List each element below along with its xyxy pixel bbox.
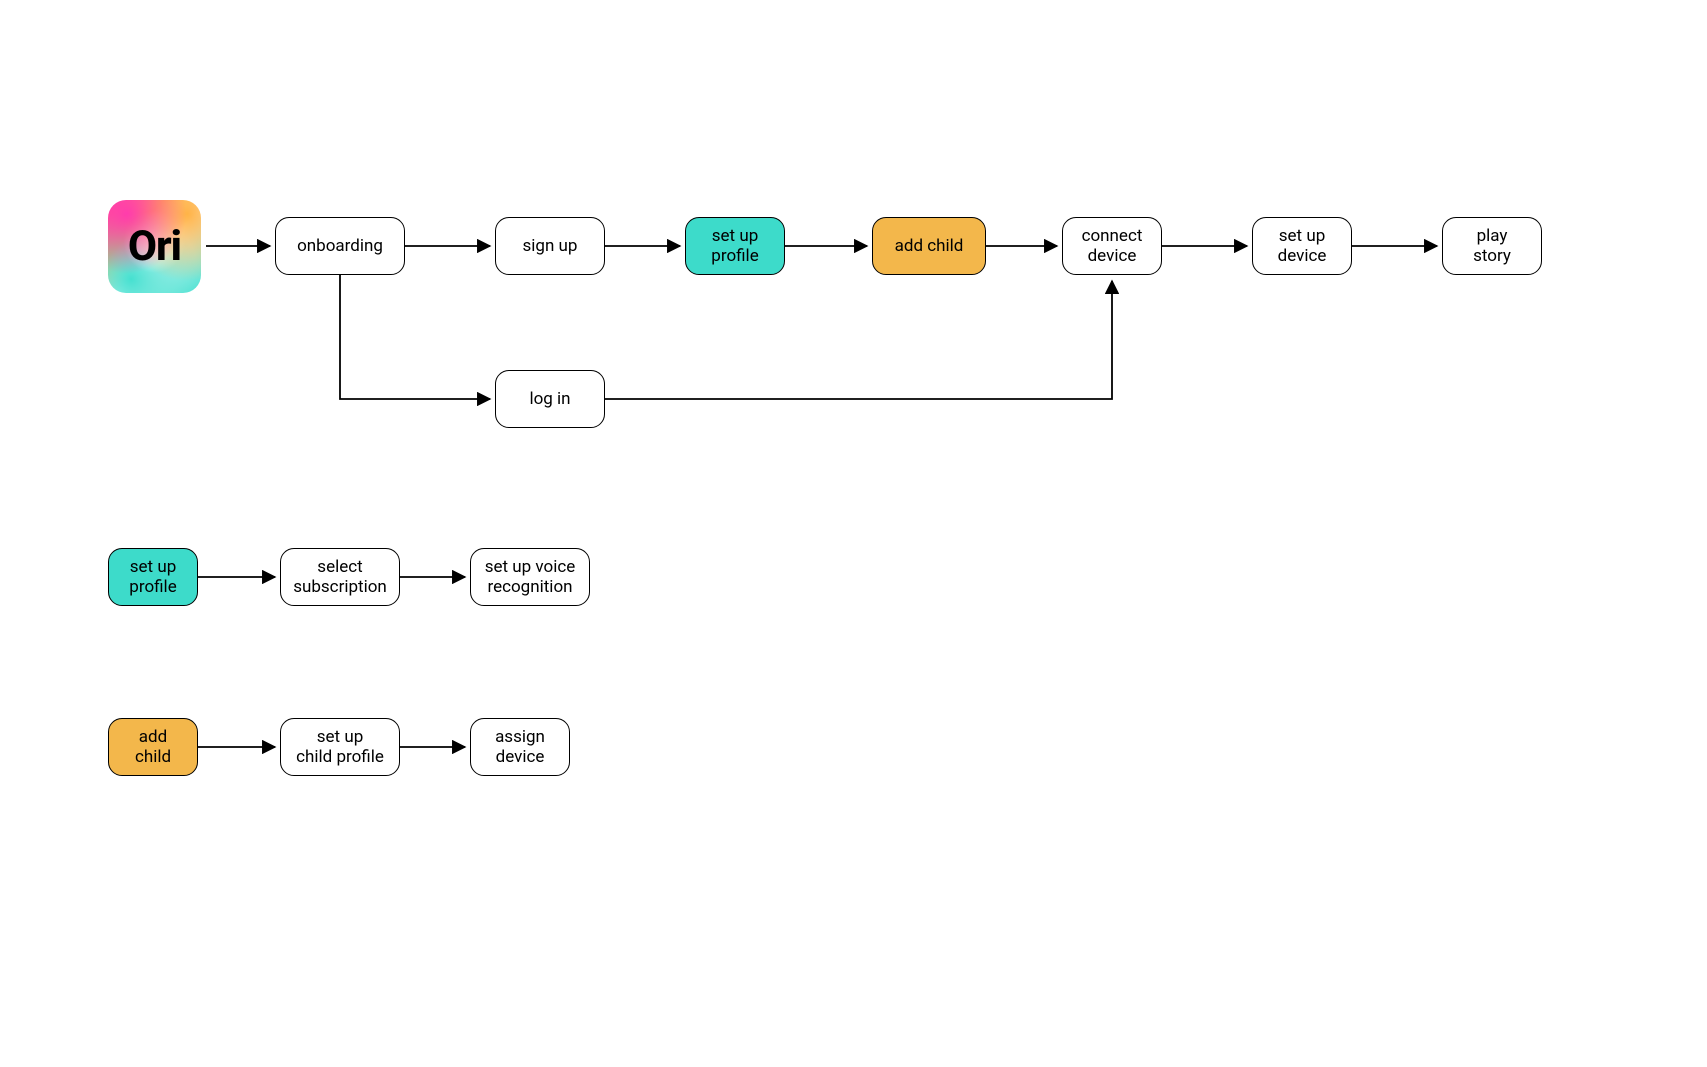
node-detail-voice-recognition: set up voicerecognition (470, 548, 590, 606)
node-signup: sign up (495, 217, 605, 275)
node-label: set up voicerecognition (485, 557, 576, 598)
node-label: set upprofile (711, 226, 758, 267)
node-onboarding: onboarding (275, 217, 405, 275)
node-label: assigndevice (495, 727, 545, 768)
node-setup-profile: set upprofile (685, 217, 785, 275)
node-label: selectsubscription (293, 557, 387, 598)
node-label: addchild (135, 727, 171, 768)
node-add-child: add child (872, 217, 986, 275)
node-label: playstory (1473, 226, 1511, 267)
node-label: set updevice (1278, 226, 1327, 267)
node-label: set upchild profile (296, 727, 384, 768)
node-label: set upprofile (129, 557, 176, 598)
node-label: add child (895, 236, 964, 256)
node-detail-add-child: addchild (108, 718, 198, 776)
node-login: log in (495, 370, 605, 428)
node-label: log in (529, 389, 570, 409)
ori-logo: Ori (108, 200, 201, 293)
node-detail-setup-profile: set upprofile (108, 548, 198, 606)
node-connect-device: connectdevice (1062, 217, 1162, 275)
ori-logo-text: Ori (128, 222, 181, 271)
node-label: sign up (523, 236, 578, 256)
diagram-canvas: Ori onboarding sign up set upprofile add… (0, 0, 1707, 1067)
node-detail-assign-device: assigndevice (470, 718, 570, 776)
node-label: connectdevice (1082, 226, 1143, 267)
node-play-story: playstory (1442, 217, 1542, 275)
node-detail-select-subscription: selectsubscription (280, 548, 400, 606)
node-detail-child-profile: set upchild profile (280, 718, 400, 776)
node-setup-device: set updevice (1252, 217, 1352, 275)
arrow-layer (0, 0, 1707, 1067)
node-label: onboarding (297, 236, 383, 256)
